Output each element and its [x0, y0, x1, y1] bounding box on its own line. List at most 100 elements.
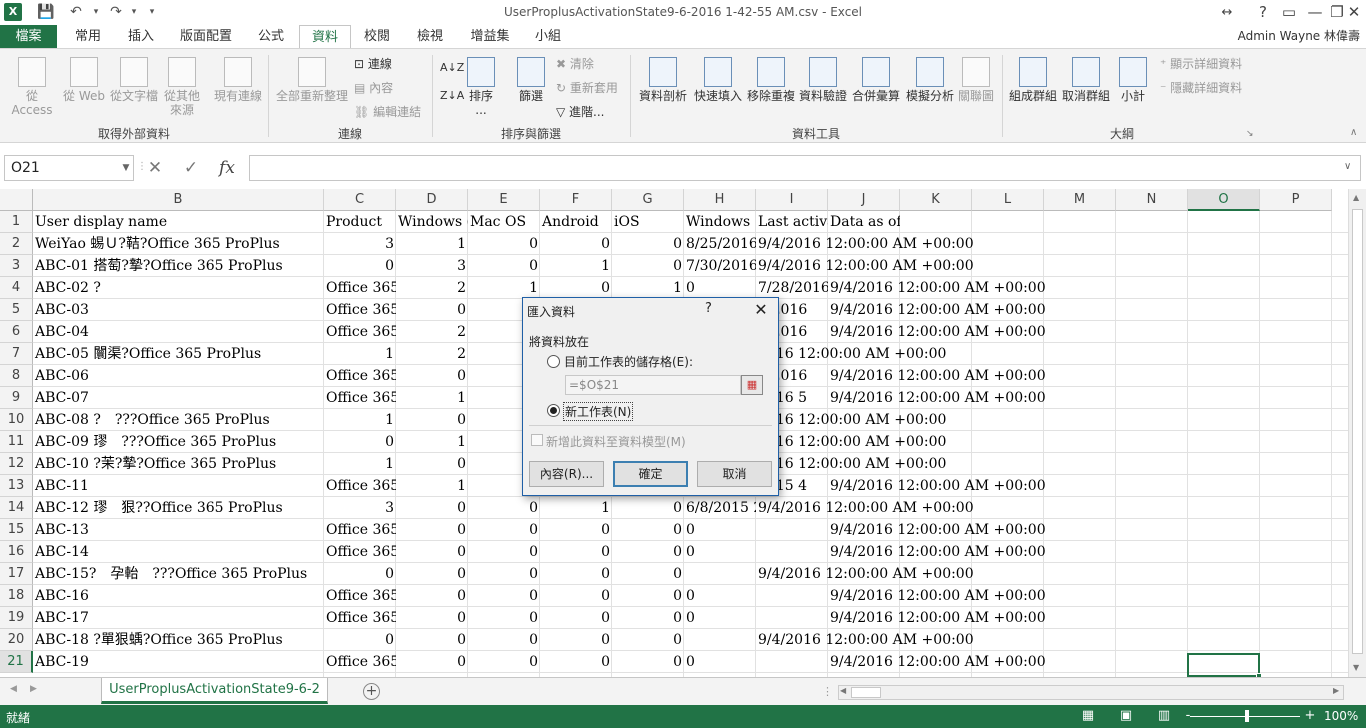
formula-input[interactable] [249, 155, 1361, 181]
cell-i1[interactable]: Last activat [756, 211, 828, 233]
cell-b4[interactable]: ABC-02 ? [33, 277, 324, 299]
cell-g16[interactable]: 0 [612, 541, 684, 563]
sheet-nav-prev-icon[interactable]: ◀ [10, 684, 17, 694]
horizontal-scrollbar[interactable]: ◀ ▶ [838, 685, 1344, 700]
cell-d14[interactable]: 0 [396, 497, 468, 519]
cell-d2[interactable]: 1 [396, 233, 468, 255]
cell-d1[interactable]: Windows ( [396, 211, 468, 233]
connections-button[interactable]: ⊡ 連線 [354, 57, 392, 71]
cell-f17[interactable]: 0 [540, 563, 612, 585]
cell-i11[interactable]: 2016 12:00:00 AM +00:00 [756, 431, 1332, 453]
column-header-h[interactable]: H [684, 189, 756, 211]
cell-g1[interactable]: iOS [612, 211, 684, 233]
cell-c10[interactable]: 1 [324, 409, 396, 431]
reapply-button[interactable]: ↻ 重新套用 [556, 81, 618, 95]
cell-b14[interactable]: ABC-12 璆 狠??Office 365 ProPlus [33, 497, 324, 519]
cell-f1[interactable]: Android [540, 211, 612, 233]
tab-review[interactable]: 校閱 [355, 25, 399, 48]
cell-i17[interactable]: 9/4/2016 12:00:00 AM +00:00 [756, 563, 1332, 585]
cell-e19[interactable]: 0 [468, 607, 540, 629]
cancel-button[interactable]: 取消 [697, 461, 772, 487]
page-layout-view-icon[interactable]: ▣ [1116, 708, 1136, 724]
from-access-button[interactable]: 從 Access [4, 57, 60, 117]
new-worksheet-label[interactable]: 新工作表(N) [563, 402, 634, 421]
cell-e16[interactable]: 0 [468, 541, 540, 563]
cell-b2[interactable]: WeiYao 蜴Ｕ?鞊?Office 365 ProPlus [33, 233, 324, 255]
cell-i7[interactable]: 2016 12:00:00 AM +00:00 [756, 343, 1332, 365]
cell-d3[interactable]: 3 [396, 255, 468, 277]
cell-d13[interactable]: 1 [396, 475, 468, 497]
cell-g17[interactable]: 0 [612, 563, 684, 585]
edit-links-button[interactable]: ⛓ 編輯連結 [354, 105, 421, 119]
cell-e21[interactable]: 0 [468, 651, 540, 673]
cell-c18[interactable]: Office 365 [324, 585, 396, 607]
cell-e18[interactable]: 0 [468, 585, 540, 607]
advanced-filter-button[interactable]: ▽ 進階... [556, 105, 605, 119]
row-header-14[interactable]: 14 [0, 497, 33, 519]
sort-button[interactable]: 排序 ... [466, 57, 496, 117]
dialog-launcher-icon[interactable]: ↘ [1246, 129, 1254, 139]
row-header-9[interactable]: 9 [0, 387, 33, 409]
cell-b17[interactable]: ABC-15? 孕軩 ???Office 365 ProPlus [33, 563, 324, 585]
existing-connections-button[interactable]: 現有連線 [212, 57, 264, 103]
cell-j15[interactable]: 9/4/2016 12:00:00 AM +00:00 [828, 519, 1332, 541]
dialog-close-button[interactable]: ✕ [746, 298, 776, 322]
cell-b5[interactable]: ABC-03 [33, 299, 324, 321]
cell-f15[interactable]: 0 [540, 519, 612, 541]
cell-i12[interactable]: 2016 12:00:00 AM +00:00 [756, 453, 1332, 475]
tab-page-layout[interactable]: 版面配置 [174, 25, 238, 48]
cell-d11[interactable]: 1 [396, 431, 468, 453]
cell-d20[interactable]: 0 [396, 629, 468, 651]
row-header-2[interactable]: 2 [0, 233, 33, 255]
what-if-analysis-button[interactable]: 模擬分析 [904, 57, 956, 103]
row-header-20[interactable]: 20 [0, 629, 33, 651]
tab-formulas[interactable]: 公式 [249, 25, 293, 48]
row-header-4[interactable]: 4 [0, 277, 33, 299]
cell-c4[interactable]: Office 365 [324, 277, 396, 299]
cell-c2[interactable]: 3 [324, 233, 396, 255]
cell-d17[interactable]: 0 [396, 563, 468, 585]
active-cell-highlight[interactable] [1187, 653, 1260, 677]
cell-f14[interactable]: 1 [540, 497, 612, 519]
cell-i14[interactable]: 9/4/2016 12:00:00 AM +00:00 [756, 497, 1332, 519]
cell-g20[interactable]: 0 [612, 629, 684, 651]
vertical-scroll-thumb[interactable] [1352, 209, 1363, 654]
cell-d12[interactable]: 0 [396, 453, 468, 475]
tab-view[interactable]: 檢視 [408, 25, 452, 48]
cell-e3[interactable]: 0 [468, 255, 540, 277]
cell-d10[interactable]: 0 [396, 409, 468, 431]
cell-b11[interactable]: ABC-09 璆 ???Office 365 ProPlus [33, 431, 324, 453]
dialog-help-button[interactable]: ? [705, 301, 712, 316]
cell-c11[interactable]: 0 [324, 431, 396, 453]
cell-e14[interactable]: 0 [468, 497, 540, 519]
tab-splitter-icon[interactable]: ⋮ [822, 685, 833, 698]
column-header-j[interactable]: J [828, 189, 900, 211]
cell-b20[interactable]: ABC-18 ?單狠蝺?Office 365 ProPlus [33, 629, 324, 651]
scroll-up-icon[interactable]: ▲ [1353, 193, 1359, 202]
column-header-b[interactable]: B [33, 189, 324, 211]
row-header-11[interactable]: 11 [0, 431, 33, 453]
cell-b8[interactable]: ABC-06 [33, 365, 324, 387]
cell-d9[interactable]: 1 [396, 387, 468, 409]
cell-c6[interactable]: Office 365 [324, 321, 396, 343]
from-other-sources-button[interactable]: 從其他 來源 [162, 57, 202, 117]
cell-g14[interactable]: 0 [612, 497, 684, 519]
zoom-slider-knob[interactable] [1245, 710, 1249, 722]
cell-d6[interactable]: 2 [396, 321, 468, 343]
cell-f21[interactable]: 0 [540, 651, 612, 673]
sheet-tab[interactable]: UserProplusActivationState9-6-2 [101, 678, 328, 704]
cell-b9[interactable]: ABC-07 [33, 387, 324, 409]
row-header-6[interactable]: 6 [0, 321, 33, 343]
tab-data[interactable]: 資料 [299, 25, 351, 49]
cell-i20[interactable]: 9/4/2016 12:00:00 AM +00:00 [756, 629, 1332, 651]
cell-i2[interactable]: 9/4/2016 12:00:00 AM +00:00 [756, 233, 1332, 255]
insert-function-icon[interactable]: fx [214, 156, 240, 180]
cell-h14[interactable]: 6/8/2015 2 [684, 497, 756, 519]
cell-j1[interactable]: Data as of [828, 211, 900, 233]
cell-c7[interactable]: 1 [324, 343, 396, 365]
cell-g21[interactable]: 0 [612, 651, 684, 673]
user-account[interactable]: Admin Wayne 林偉壽 [1238, 27, 1360, 44]
cell-c16[interactable]: Office 365 [324, 541, 396, 563]
scroll-left-icon[interactable]: ◀ [840, 686, 846, 695]
cell-e2[interactable]: 0 [468, 233, 540, 255]
